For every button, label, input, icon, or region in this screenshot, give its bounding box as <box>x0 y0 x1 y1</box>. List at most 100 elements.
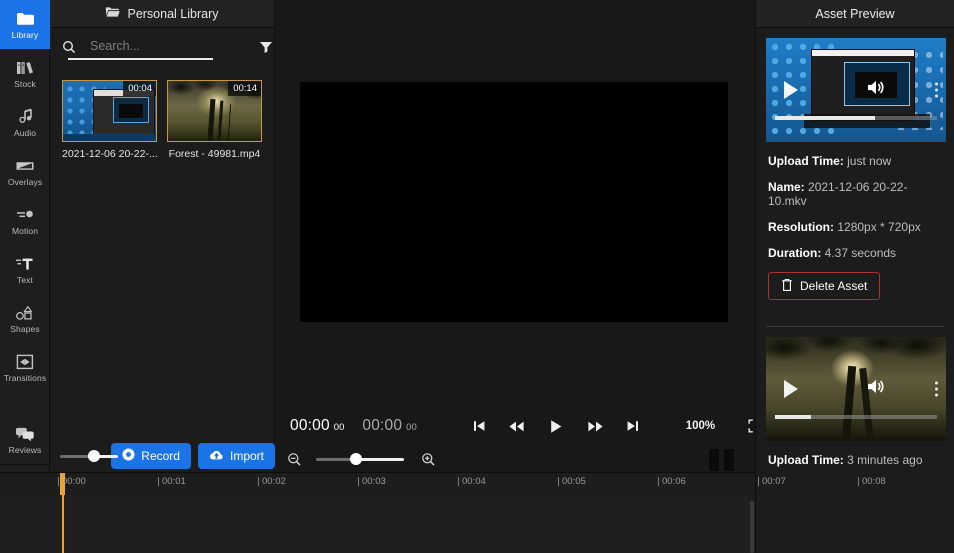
record-button[interactable]: Record <box>111 443 191 469</box>
rewind-button[interactable] <box>508 414 525 438</box>
play-icon[interactable] <box>784 380 798 398</box>
rail-spacer <box>0 392 49 415</box>
record-label: Record <box>141 449 180 463</box>
asset-field-upload-time: Upload Time: 3 minutes ago <box>768 453 944 467</box>
sidebar-item-label: Transitions <box>3 372 47 383</box>
timeline-tick: 00:06 <box>658 476 686 487</box>
sidebar-item-motion[interactable]: Motion <box>0 196 50 245</box>
slider-knob[interactable] <box>88 450 100 462</box>
skip-to-start-button[interactable] <box>472 414 486 438</box>
timeline-panel[interactable]: 00:00 00:01 00:02 00:03 00:04 00:05 00:06 00:07… <box>0 472 886 553</box>
preview-player-panel: 00:00 00 00:00 00 100% <box>276 0 764 472</box>
sidebar-item-audio[interactable]: Audio <box>0 98 50 147</box>
play-icon[interactable] <box>784 81 798 99</box>
playback-progress-bar[interactable] <box>775 116 937 120</box>
asset-video-player[interactable] <box>766 337 946 441</box>
timeline-scrollbar[interactable] <box>750 501 754 553</box>
sidebar-item-label: Reviews <box>8 444 42 455</box>
timeline-ruler[interactable]: 00:00 00:01 00:02 00:03 00:04 00:05 00:06 00:07… <box>0 473 886 495</box>
sidebar-item-overlays[interactable]: Overlays <box>0 147 50 196</box>
zoom-out-icon[interactable] <box>282 447 306 471</box>
asset-duration-badge: 00:14 <box>228 81 261 96</box>
skip-to-end-button[interactable] <box>626 414 640 438</box>
timeline-zoom-slider[interactable] <box>316 452 404 466</box>
asset-name-label: 2021-12-06 20-22-... <box>62 148 157 160</box>
zoom-in-icon[interactable] <box>416 447 440 471</box>
folder-open-icon <box>105 6 121 21</box>
search-underline <box>68 58 213 60</box>
timeline-playhead[interactable] <box>60 473 65 553</box>
asset-preview-panel: Asset Preview Upload Time: just now Name… <box>755 0 954 553</box>
search-icon[interactable] <box>62 38 76 56</box>
sidebar-item-library[interactable]: Library <box>0 0 50 49</box>
thumbnail-size-slider[interactable] <box>60 449 118 463</box>
text-icon <box>15 255 35 273</box>
video-preview-canvas[interactable] <box>300 82 728 322</box>
shapes-icon <box>15 304 35 322</box>
library-footer: Record Import <box>50 440 275 472</box>
left-nav-rail: Library Stock Audio Overlays Motion Text… <box>0 0 50 553</box>
field-value: 3 minutes ago <box>847 453 923 467</box>
asset-thumbnail[interactable]: 00:14 <box>167 80 262 142</box>
field-label: Upload Time: <box>768 154 844 168</box>
current-time: 00:00 <box>290 417 330 434</box>
asset-preview-item: Upload Time: 3 minutes ago <box>756 327 954 477</box>
speaker-icon[interactable] <box>866 79 888 102</box>
sidebar-item-stock[interactable]: Stock <box>0 49 50 98</box>
total-time: 00:00 <box>362 417 403 434</box>
asset-duration-badge: 00:04 <box>123 81 156 96</box>
sidebar-item-label: Audio <box>13 127 37 138</box>
timeline-tracks[interactable] <box>0 495 755 553</box>
speaker-icon[interactable] <box>866 378 888 401</box>
asset-thumbnail[interactable]: 00:04 <box>62 80 157 142</box>
sidebar-item-transitions[interactable]: Transitions <box>0 343 50 392</box>
video-editor-window: Library Stock Audio Overlays Motion Text… <box>0 0 954 553</box>
library-asset-card[interactable]: 00:14 Forest - 49981.mp4 <box>167 80 262 160</box>
motion-icon <box>15 206 35 224</box>
asset-field-resolution: Resolution: 1280px * 720px <box>768 220 944 234</box>
kebab-menu-icon[interactable] <box>935 82 938 98</box>
timeline-tick: 00:00 <box>58 476 86 487</box>
timeline-tick: 00:02 <box>258 476 286 487</box>
library-title: Personal Library <box>127 6 219 21</box>
sidebar-item-shapes[interactable]: Shapes <box>0 294 50 343</box>
field-value: just now <box>847 154 892 168</box>
sidebar-item-label: Motion <box>11 225 39 236</box>
asset-field-duration: Duration: 4.37 seconds <box>768 246 944 260</box>
asset-grid: 00:04 2021-12-06 20-22-... 00:14 Forest … <box>50 66 274 174</box>
delete-asset-label: Delete Asset <box>800 279 868 293</box>
library-header: Personal Library <box>50 0 274 28</box>
asset-video-player[interactable] <box>766 38 946 142</box>
slider-knob[interactable] <box>350 453 362 465</box>
asset-name-label: Forest - 49981.mp4 <box>168 148 261 160</box>
filter-icon[interactable] <box>259 38 273 56</box>
timeline-tick: 00:01 <box>158 476 186 487</box>
music-note-icon <box>15 108 35 126</box>
asset-field-upload-time: Upload Time: just now <box>768 154 944 168</box>
timeline-zoom-row <box>276 446 755 472</box>
sidebar-item-text[interactable]: Text <box>0 245 50 294</box>
library-panel: Personal Library 00:04 <box>50 0 297 472</box>
delete-asset-button[interactable]: Delete Asset <box>768 272 881 300</box>
chat-bubbles-icon <box>15 425 35 443</box>
zoom-level-label: 100% <box>685 420 716 432</box>
kebab-menu-icon[interactable] <box>935 381 938 397</box>
field-label: Upload Time: <box>768 453 844 467</box>
timeline-tick: 00:08 <box>858 476 886 487</box>
total-frames: 00 <box>406 422 417 433</box>
timeline-tick: 00:05 <box>558 476 586 487</box>
sidebar-item-reviews[interactable]: Reviews <box>0 415 50 464</box>
field-value: 1280px * 720px <box>837 220 921 234</box>
play-button[interactable] <box>549 414 563 438</box>
total-timecode: 00:00 00 <box>362 417 416 435</box>
playback-progress-bar[interactable] <box>775 415 937 419</box>
search-row <box>50 28 297 66</box>
field-label: Resolution: <box>768 220 834 234</box>
asset-preview-item: Upload Time: just now Name: 2021-12-06 2… <box>756 28 954 310</box>
sidebar-item-label: Text <box>17 274 33 285</box>
library-asset-card[interactable]: 00:04 2021-12-06 20-22-... <box>62 80 157 160</box>
fast-forward-button[interactable] <box>587 414 604 438</box>
search-input[interactable] <box>84 39 251 55</box>
asset-field-name: Name: 2021-12-06 20-22-10.mkv <box>768 180 944 208</box>
import-button[interactable]: Import <box>197 443 275 469</box>
